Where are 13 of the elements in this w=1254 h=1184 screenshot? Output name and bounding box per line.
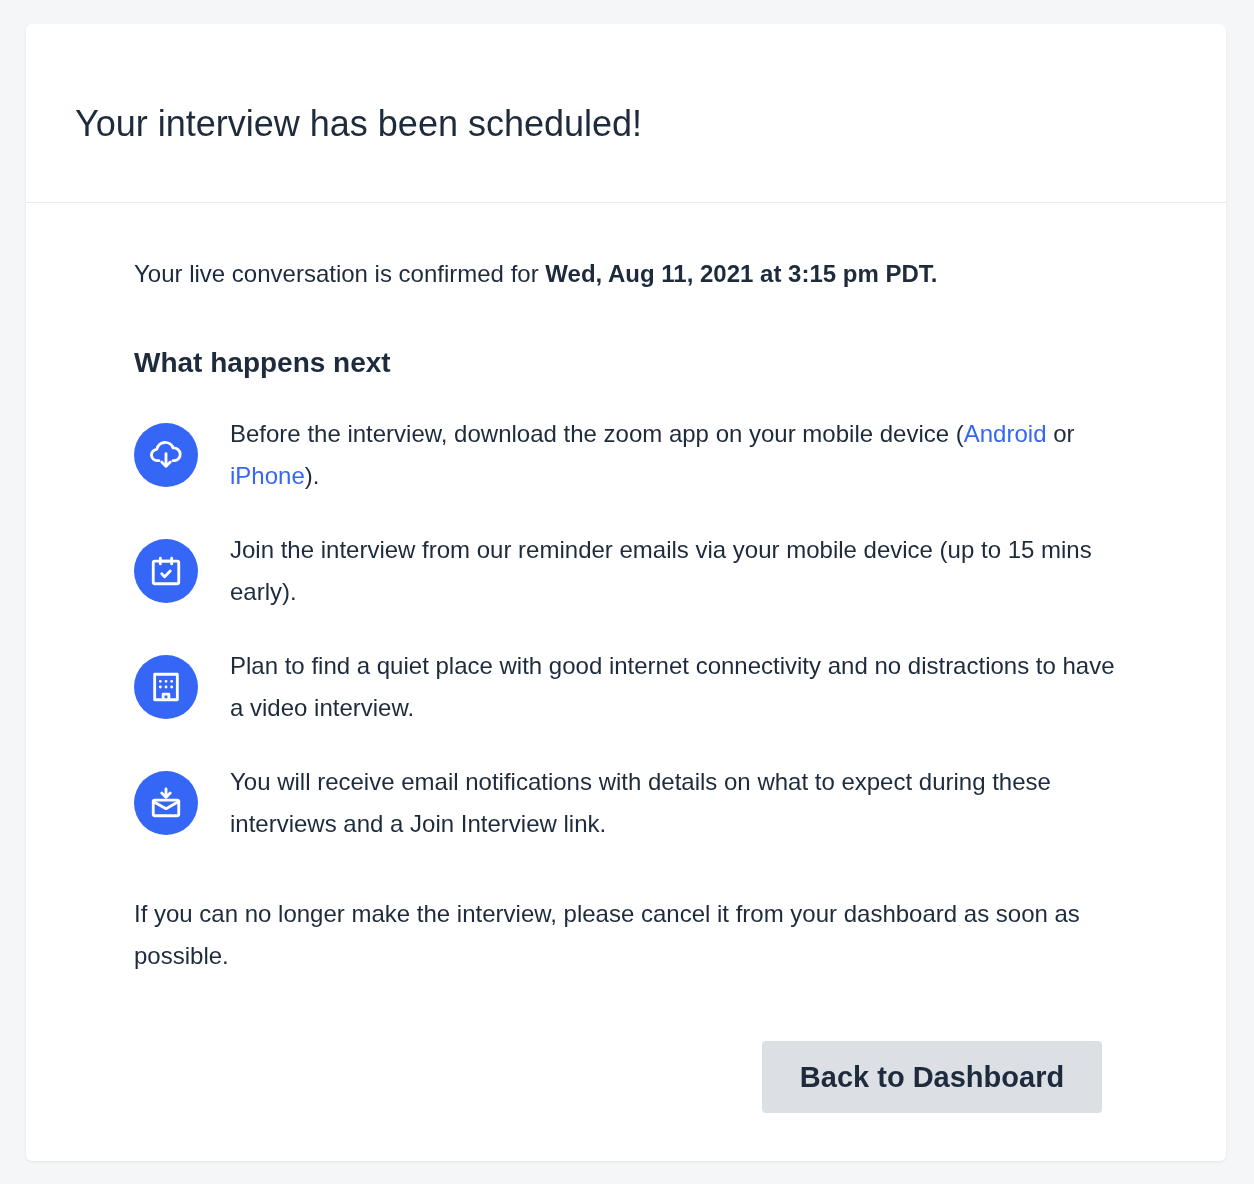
step-text: Join the interview from our reminder emails via your mobile device (up to 15 mins early). [230, 535, 1093, 607]
back-to-dashboard-button[interactable]: Back to Dashboard [762, 1041, 1102, 1113]
step-text: You will receive email notifications with details on what to expect during these interviews and a Join Interview link. [230, 767, 1052, 839]
store-link[interactable]: Android [963, 420, 1047, 447]
calendar-check-icon [149, 554, 183, 588]
section-heading: What happens next [134, 346, 392, 380]
cancel-note: If you can no longer make the interview, please cancel it from your dashboard as soon as possible. [134, 899, 1081, 971]
page-title: Your interview has been scheduled! [75, 102, 644, 146]
mail-download-icon [149, 786, 183, 820]
step-text: Plan to find a quiet place with good internet connectivity and no distractions to have a video interview. [230, 651, 1116, 723]
store-link[interactable]: iPhone [230, 462, 305, 489]
step-text: Before the interview, download the zoom app on your mobile device (Android or iPhone). [230, 419, 1076, 491]
confirmation-text: Your live conversation is confirmed for Wed, Aug 11, 2021 at 3:15 pm PDT. [134, 259, 939, 289]
